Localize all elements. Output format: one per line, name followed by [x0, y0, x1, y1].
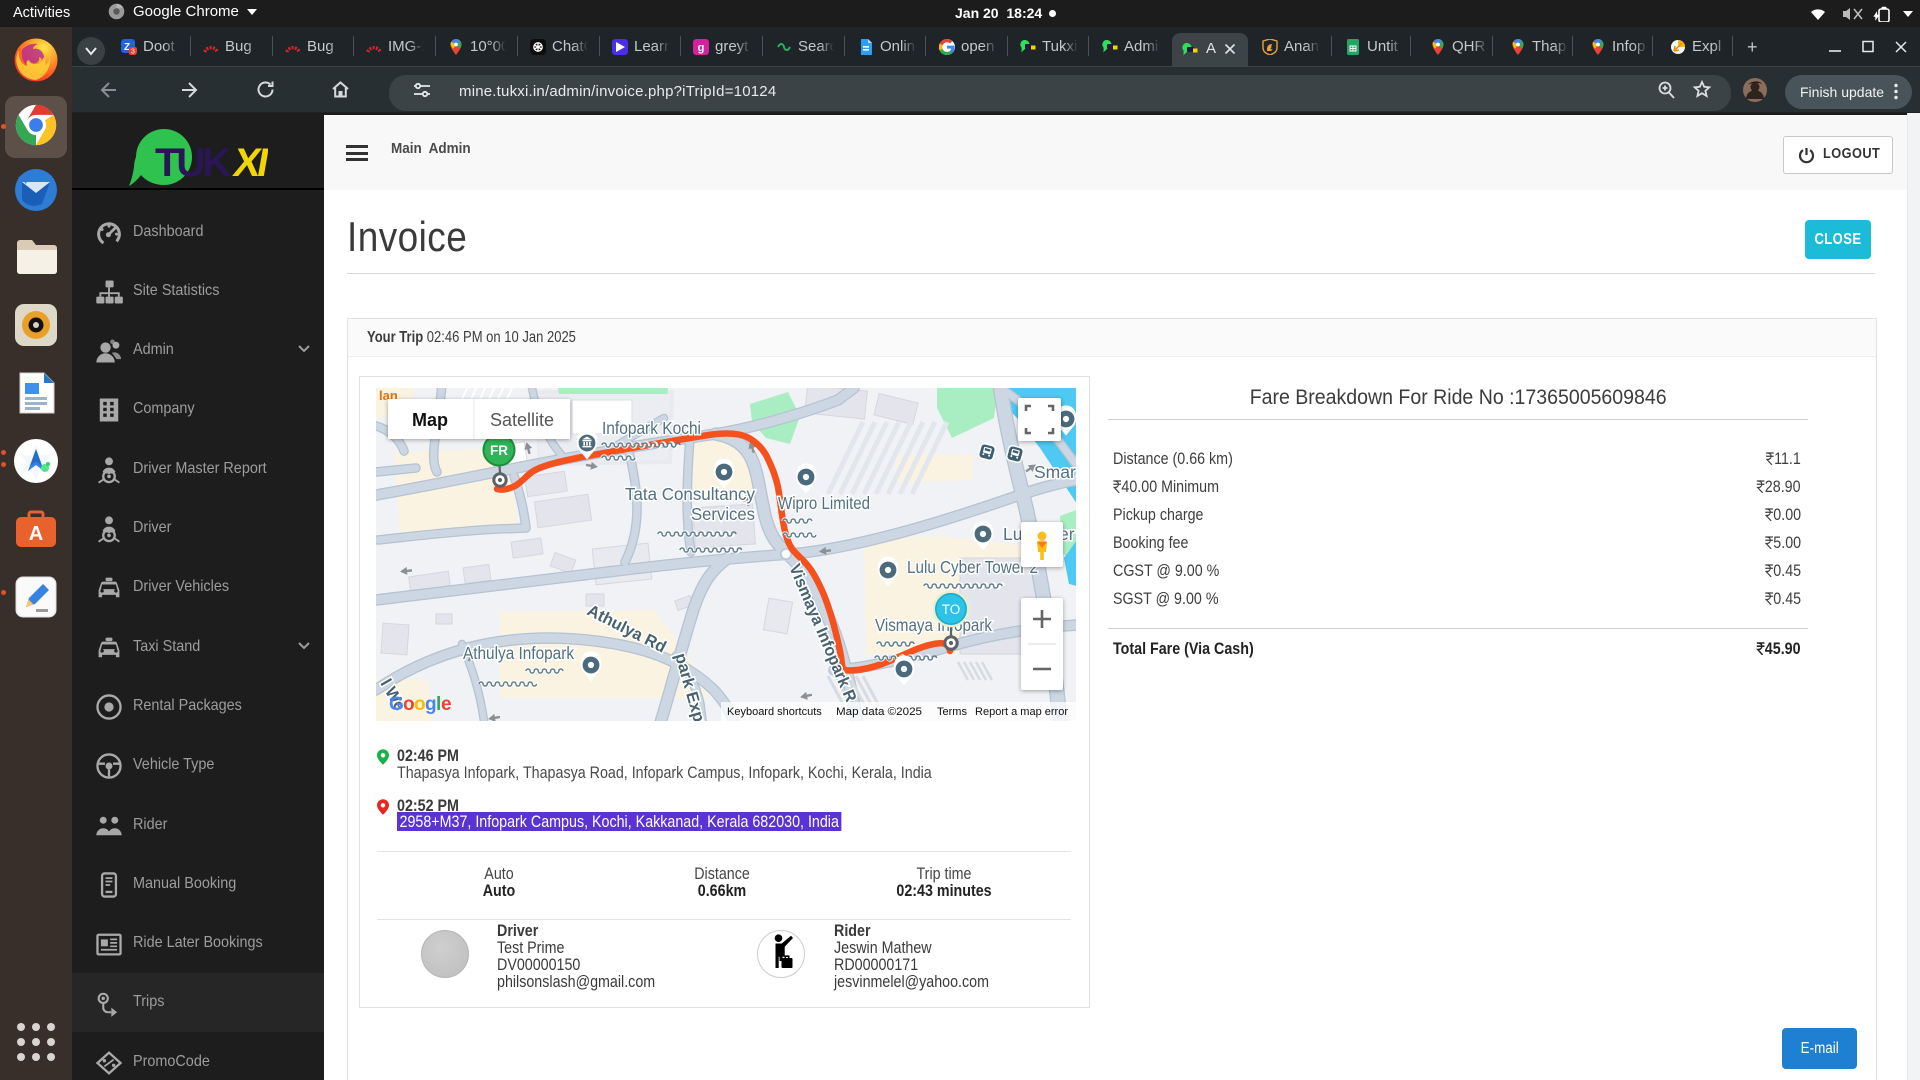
- svg-text:o: o: [414, 694, 425, 715]
- svg-text:G: G: [389, 694, 403, 715]
- svg-text:Lulu Cyber Tower 2: Lulu Cyber Tower 2: [907, 557, 1038, 577]
- svg-text:A: A: [29, 523, 43, 545]
- svg-text:Report a map error: Report a map error: [975, 706, 1068, 718]
- svg-text:TO: TO: [942, 602, 961, 617]
- svg-text:g: g: [425, 694, 436, 715]
- svg-text:Smart: Smart: [1034, 462, 1076, 482]
- svg-text:FR: FR: [490, 443, 508, 458]
- svg-text:Vismaya Infopark: Vismaya Infopark: [875, 615, 992, 635]
- svg-text:Infopark Kochi: Infopark Kochi: [602, 418, 701, 438]
- svg-text:3: 3: [131, 49, 135, 56]
- svg-text:TUK: TUK: [155, 141, 231, 185]
- svg-text:Wipro Limited: Wipro Limited: [778, 493, 870, 513]
- svg-text:Keyboard shortcuts: Keyboard shortcuts: [727, 706, 822, 718]
- svg-text:Tata Consultancy: Tata Consultancy: [625, 484, 755, 504]
- svg-text:Services: Services: [691, 504, 755, 524]
- svg-text:Satellite: Satellite: [490, 410, 554, 430]
- svg-text:Map: Map: [412, 410, 448, 430]
- svg-text:Lu: Lu: [1003, 524, 1022, 544]
- svg-text:Athulya Infopark: Athulya Infopark: [463, 643, 574, 663]
- svg-text:Map data ©2025: Map data ©2025: [836, 706, 922, 718]
- svg-text:g: g: [698, 42, 705, 54]
- svg-text:o: o: [403, 694, 414, 715]
- svg-text:Terms: Terms: [937, 706, 967, 718]
- svg-text:XI: XI: [230, 140, 268, 185]
- svg-text:e: e: [441, 694, 451, 715]
